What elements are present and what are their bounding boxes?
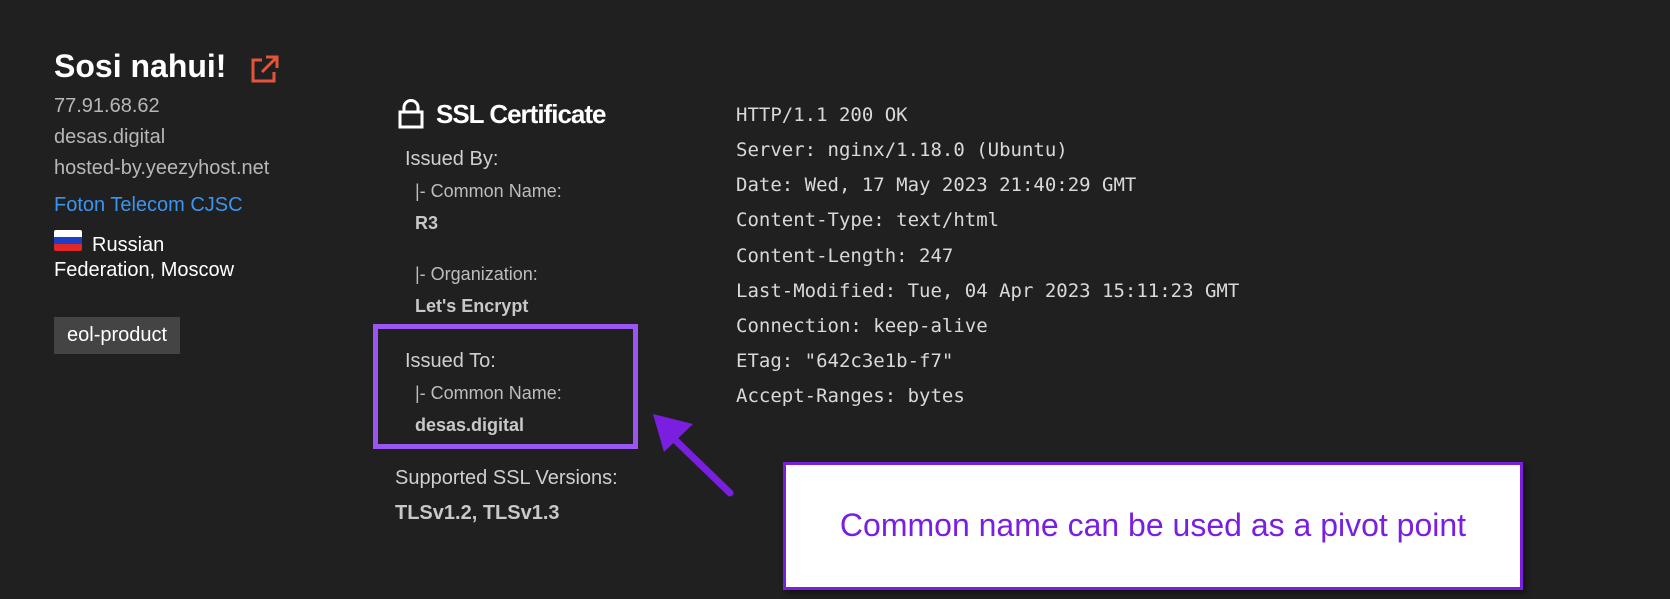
http-header-line: HTTP/1.1 200 OK xyxy=(736,104,908,126)
common-name-highlight xyxy=(373,324,638,449)
ssl-title: SSL Certificate xyxy=(436,99,606,129)
location-line: Federation, Moscow xyxy=(54,259,234,282)
http-header-line: Content-Length: 247 xyxy=(736,245,954,267)
external-link-icon[interactable] xyxy=(246,52,282,88)
ssl-versions-value: TLSv1.2, TLSv1.3 xyxy=(395,502,560,524)
ssl-versions-label: Supported SSL Versions: xyxy=(395,467,618,489)
country-line-2[interactable]: Federation xyxy=(54,259,150,281)
http-header-line: Last-Modified: Tue, 04 Apr 2023 15:11:23… xyxy=(736,280,1240,302)
city-name[interactable]: Moscow xyxy=(161,259,234,281)
annotation-callout: Common name can be used as a pivot point xyxy=(783,462,1523,590)
host-title: Sosi nahui! xyxy=(54,48,227,84)
http-header-line: Connection: keep-alive xyxy=(736,315,988,337)
issued-by-label: Issued By: xyxy=(405,148,499,170)
issued-by-org-label: |- Organization: xyxy=(415,264,538,284)
issued-by-cn-value: R3 xyxy=(415,213,439,233)
location-separator: , xyxy=(149,259,156,281)
host-ip: 77.91.68.62 xyxy=(54,95,160,117)
arrow-icon xyxy=(653,414,734,497)
http-header-line: Content-Type: text/html xyxy=(736,209,1000,231)
http-header-line: Accept-Ranges: bytes xyxy=(736,385,965,407)
http-header-line: Date: Wed, 17 May 2023 21:40:29 GMT xyxy=(736,174,1137,196)
host-domain: desas.digital xyxy=(54,126,166,148)
country-line-1: Russian xyxy=(92,234,165,256)
http-header-line: Server: nginx/1.18.0 (Ubuntu) xyxy=(736,139,1068,161)
issued-by-cn-label: |- Common Name: xyxy=(415,181,562,201)
annotation-text: Common name can be used as a pivot point xyxy=(839,507,1467,543)
tag-eol-product[interactable]: eol-product xyxy=(54,317,181,354)
russia-flag-icon xyxy=(54,230,82,251)
http-header-line: ETag: "642c3e1b-f7" xyxy=(736,350,954,372)
lock-icon xyxy=(398,99,424,129)
host-hostname: hosted-by.yeezyhost.net xyxy=(54,157,270,179)
isp-link[interactable]: Foton Telecom CJSC xyxy=(54,194,243,217)
issued-by-org-value: Let's Encrypt xyxy=(415,296,529,316)
